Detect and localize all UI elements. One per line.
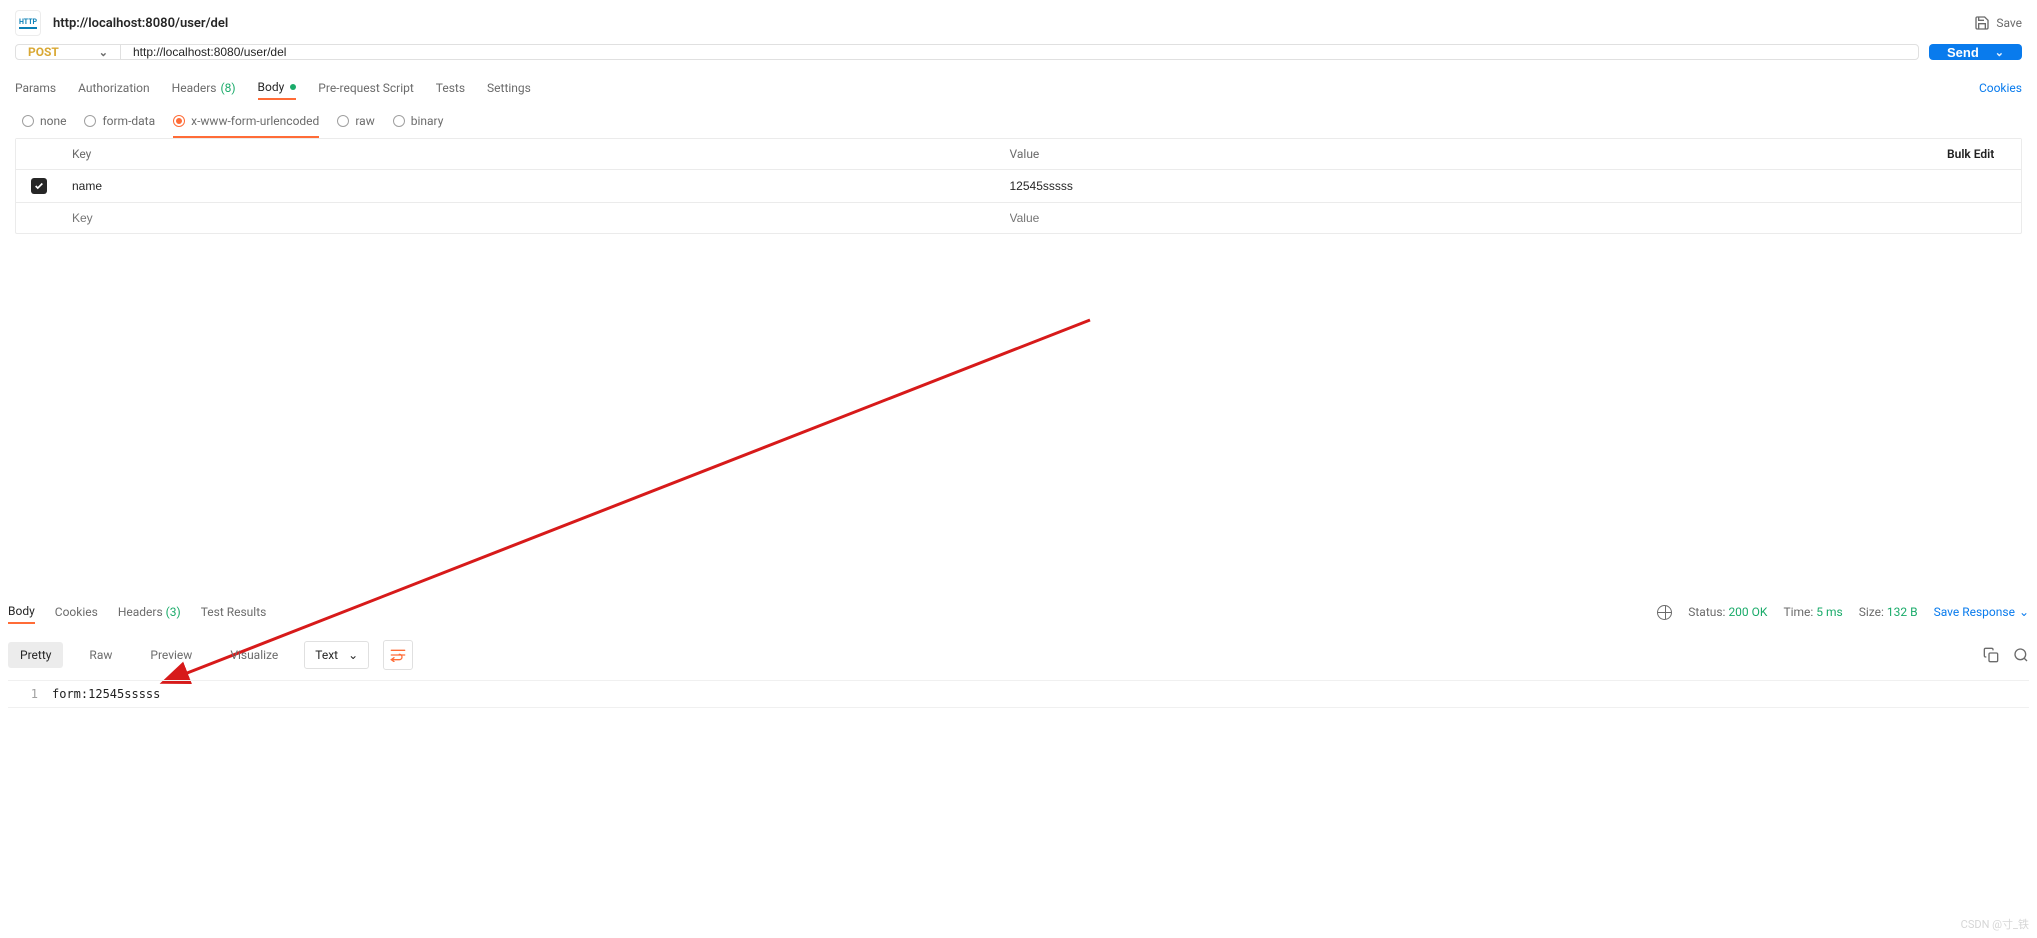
http-method-select[interactable]: POST ⌄ — [16, 45, 121, 59]
http-method-value: POST — [28, 45, 59, 59]
param-value-input[interactable] — [1010, 179, 1928, 193]
request-tab-title: http://localhost:8080/user/del — [53, 16, 228, 31]
save-label: Save — [1996, 16, 2022, 30]
tab-prerequest[interactable]: Pre-request Script — [318, 77, 413, 99]
line-number: 1 — [8, 687, 52, 701]
save-response-button[interactable]: Save Response ⌄ — [1934, 605, 2029, 619]
cookies-link[interactable]: Cookies — [1979, 81, 2022, 95]
bulk-edit-button[interactable]: Bulk Edit — [1937, 139, 2021, 169]
send-label: Send — [1947, 45, 1979, 60]
copy-icon[interactable] — [1983, 647, 1999, 663]
chevron-down-icon: ⌄ — [2019, 605, 2029, 619]
chevron-down-icon: ⌄ — [1995, 46, 2004, 59]
size-meta: Size: 132 B — [1859, 605, 1918, 619]
table-row — [16, 170, 2021, 203]
param-key-input[interactable] — [72, 179, 990, 193]
wrap-lines-button[interactable] — [383, 640, 413, 670]
time-meta: Time: 5 ms — [1783, 605, 1842, 619]
fmt-pretty[interactable]: Pretty — [8, 642, 63, 668]
body-type-formdata[interactable]: form-data — [84, 114, 155, 128]
param-key-input[interactable] — [72, 211, 990, 225]
tab-authorization[interactable]: Authorization — [78, 77, 150, 99]
tab-params[interactable]: Params — [15, 77, 56, 99]
res-tab-cookies[interactable]: Cookies — [55, 601, 98, 623]
column-header-value: Value — [1000, 139, 1938, 169]
table-row — [16, 203, 2021, 233]
fmt-preview[interactable]: Preview — [138, 642, 204, 668]
wrap-icon — [390, 648, 406, 662]
http-method-icon: HTTP — [15, 10, 41, 36]
body-type-binary[interactable]: binary — [393, 114, 444, 128]
watermark: CSDN @寸_铁 — [1961, 916, 2029, 932]
fmt-visualize[interactable]: Visualize — [218, 642, 290, 668]
body-type-raw[interactable]: raw — [337, 114, 374, 128]
row-enable-checkbox[interactable] — [31, 178, 47, 194]
save-icon — [1974, 15, 1990, 31]
res-tab-headers[interactable]: Headers (3) — [118, 601, 181, 623]
url-input[interactable] — [121, 45, 1918, 59]
status-meta: Status: 200 OK — [1688, 605, 1767, 619]
search-icon[interactable] — [2013, 647, 2029, 663]
save-button[interactable]: Save — [1974, 15, 2022, 31]
res-tab-testresults[interactable]: Test Results — [201, 601, 267, 623]
chevron-down-icon: ⌄ — [348, 648, 358, 662]
tab-headers[interactable]: Headers (8) — [172, 77, 236, 99]
body-type-none[interactable]: none — [22, 114, 66, 128]
send-button[interactable]: Send ⌄ — [1929, 44, 2022, 60]
tab-settings[interactable]: Settings — [487, 77, 531, 99]
param-value-input[interactable] — [1010, 211, 1928, 225]
res-tab-body[interactable]: Body — [8, 600, 35, 624]
response-line: form:12545sssss — [52, 687, 160, 701]
unsaved-dot-icon — [290, 84, 296, 90]
tab-tests[interactable]: Tests — [436, 77, 465, 99]
fmt-raw[interactable]: Raw — [77, 642, 124, 668]
response-body[interactable]: 1 form:12545sssss — [8, 680, 2029, 708]
column-header-key: Key — [62, 139, 1000, 169]
form-body-table: Key Value Bulk Edit — [15, 138, 2022, 234]
chevron-down-icon: ⌄ — [99, 46, 108, 59]
tab-body[interactable]: Body — [258, 76, 297, 100]
response-type-select[interactable]: Text ⌄ — [304, 641, 369, 669]
globe-icon[interactable] — [1657, 605, 1672, 620]
body-type-urlencoded[interactable]: x-www-form-urlencoded — [173, 114, 319, 138]
